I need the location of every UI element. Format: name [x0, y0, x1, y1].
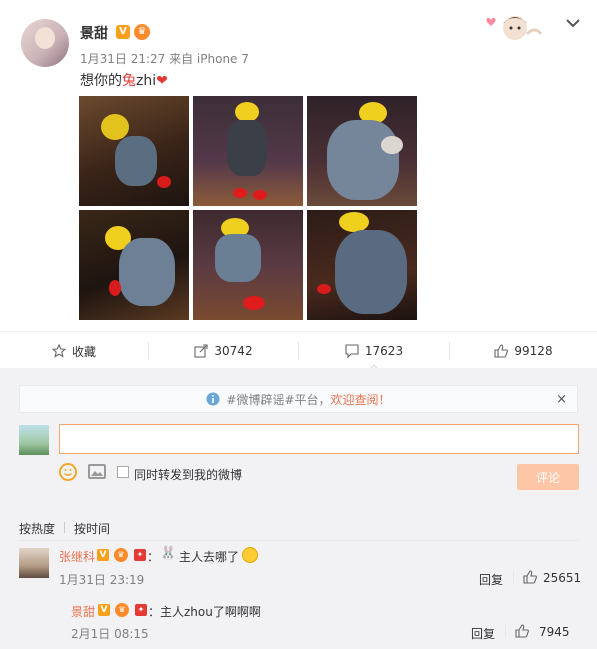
photo-2[interactable]	[193, 96, 303, 206]
post-text: 想你的兔zhi❤	[80, 70, 168, 90]
member-badge-icon: ✦	[135, 604, 147, 616]
action-bar: 收藏 30742 17623 99128	[0, 331, 597, 372]
photo-6[interactable]	[307, 210, 417, 320]
favorite-button[interactable]: 收藏	[0, 332, 148, 370]
sort-by-hot-tab[interactable]: 按热度	[19, 522, 55, 536]
star-icon	[51, 344, 66, 358]
close-icon[interactable]: ×	[556, 392, 567, 407]
image-upload-icon[interactable]	[88, 464, 106, 479]
post-text-before: 想你的	[80, 73, 122, 89]
current-user-avatar	[19, 425, 49, 455]
smile-face-icon	[64, 469, 72, 476]
heart-icon: ❤	[156, 73, 168, 89]
photo-4[interactable]	[79, 210, 189, 320]
comment-author[interactable]: 张继科	[59, 548, 95, 565]
photo-1[interactable]	[79, 96, 189, 206]
favorite-label: 收藏	[71, 344, 96, 359]
like-count: 99128	[514, 344, 553, 358]
vip-crown-icon: ♛	[115, 603, 129, 617]
reply-like-count: 7945	[539, 625, 570, 639]
photo-3[interactable]	[307, 96, 417, 206]
reply-author[interactable]: 景甜	[71, 603, 95, 620]
reply-time: 2月1日 08:15	[71, 627, 149, 641]
rabbit-emoji-icon: 🐰	[160, 546, 177, 561]
thumbs-up-icon	[494, 344, 509, 358]
notice-link[interactable]: 欢迎查阅！	[331, 391, 391, 408]
info-icon	[206, 392, 220, 406]
post-meta: 1月31日 21:27 来自 iPhone 7	[80, 52, 249, 66]
mountain-icon	[91, 471, 103, 476]
vip-crown-icon: ♛	[134, 24, 150, 40]
comment-count: 17623	[364, 344, 404, 358]
comment-text: 主人去哪了	[179, 550, 240, 564]
face-emoji-icon	[242, 547, 258, 563]
like-button[interactable]: 99128	[450, 332, 597, 370]
thumbs-up-icon[interactable]	[523, 570, 537, 584]
thumbs-up-icon[interactable]	[515, 624, 529, 638]
divider	[64, 522, 65, 533]
reply-reply-button[interactable]: 回复	[471, 625, 495, 642]
divider	[513, 571, 514, 583]
sort-tabs: 按热度 按时间	[19, 520, 110, 537]
comment-like-count: 25651	[543, 571, 582, 585]
repost-checkbox-label: 同时转发到我的微博	[134, 468, 243, 482]
repost-count: 30742	[214, 344, 253, 358]
post-text-after: zhi	[136, 73, 157, 89]
comment-avatar[interactable]	[19, 548, 49, 578]
chevron-down-icon[interactable]	[565, 16, 581, 30]
verified-icon: V	[97, 549, 109, 561]
repost-icon	[194, 344, 208, 358]
author-avatar[interactable]	[21, 19, 69, 67]
reply-text: 主人zhou了啊啊啊	[160, 605, 261, 619]
repost-checkbox[interactable]	[117, 466, 129, 478]
sticker-icon	[486, 16, 543, 40]
comment-icon	[345, 344, 359, 358]
emoji-icon[interactable]	[59, 463, 77, 481]
divider	[19, 540, 578, 541]
verified-icon: V	[98, 604, 110, 616]
repost-button[interactable]: 30742	[149, 332, 298, 370]
comment-time: 1月31日 23:19	[59, 573, 145, 587]
post-text-highlight: 兔	[122, 73, 136, 89]
verified-icon: V	[116, 25, 130, 39]
notice-text: #微博辟谣#平台，	[226, 392, 331, 407]
reply-button[interactable]: 回复	[479, 571, 503, 588]
photo-5[interactable]	[193, 210, 303, 320]
author-name[interactable]: 景甜	[80, 23, 108, 43]
vip-crown-icon: ♛	[114, 548, 128, 562]
member-badge-icon: ✦	[134, 549, 146, 561]
submit-comment-button[interactable]: 评论	[517, 464, 579, 490]
sort-by-time-tab[interactable]: 按时间	[74, 520, 110, 537]
notice-bar: #微博辟谣#平台， 欢迎查阅！ ×	[19, 385, 578, 413]
comment-colon: ：	[147, 550, 160, 564]
reply-colon: ：	[148, 605, 161, 619]
divider	[505, 625, 506, 637]
comment-input[interactable]	[59, 424, 579, 454]
photo-grid	[79, 96, 418, 321]
